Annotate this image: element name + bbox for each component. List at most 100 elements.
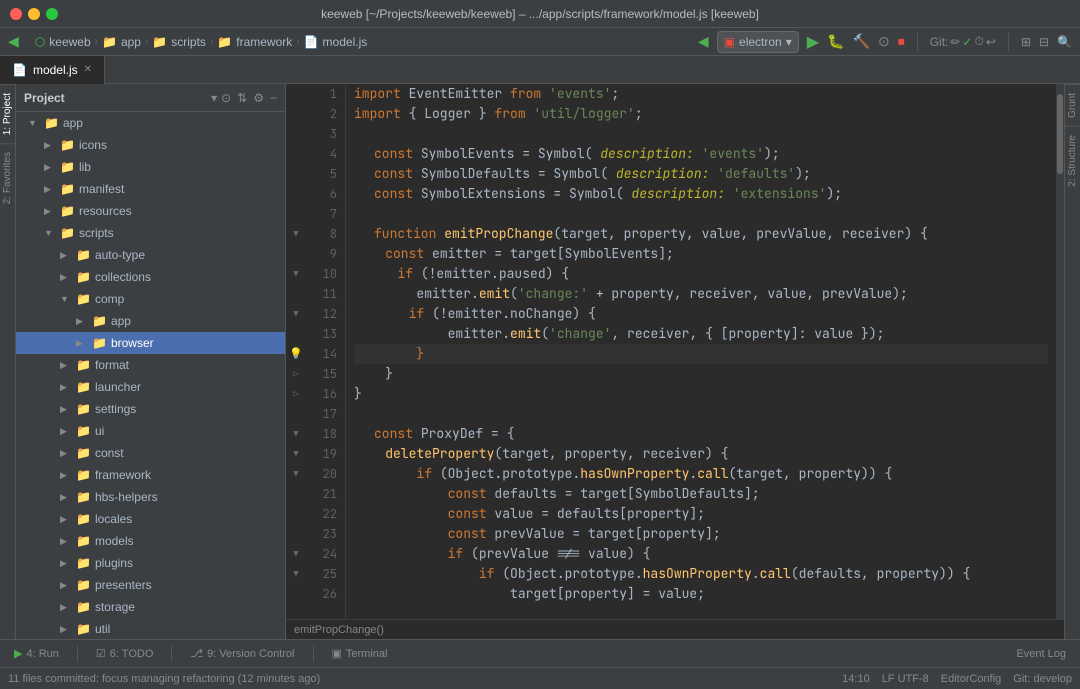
tree-comp-app[interactable]: ▶ 📁 app [16, 310, 285, 332]
tree-plugins[interactable]: ▶ 📁 plugins [16, 552, 285, 574]
tree-format[interactable]: ▶ 📁 format [16, 354, 285, 376]
tree-hbs-helpers[interactable]: ▶ 📁 hbs-helpers [16, 486, 285, 508]
fold-16-icon[interactable]: ▷ [293, 384, 298, 404]
fold-12-icon[interactable]: ▼ [293, 304, 298, 324]
git-check-button[interactable]: ✓ [962, 35, 972, 49]
tree-app[interactable]: ▼ 📁 app [16, 112, 285, 134]
breadcrumb-framework[interactable]: 📁 framework [217, 35, 292, 49]
arrow-icon: ▶ [44, 162, 56, 173]
fold-10-icon[interactable]: ▼ [293, 264, 298, 284]
debug-button[interactable]: 🐛 [827, 33, 844, 50]
fold-25-icon[interactable]: ▼ [293, 564, 298, 584]
tree-icons[interactable]: ▶ 📁 icons [16, 134, 285, 156]
tree-comp[interactable]: ▼ 📁 comp [16, 288, 285, 310]
scrollbar-track[interactable] [1056, 84, 1064, 619]
fold-19-icon[interactable]: ▼ [293, 444, 298, 464]
project-view-button[interactable]: ⊞ [1021, 35, 1031, 49]
tree-launcher[interactable]: ▶ 📁 launcher [16, 376, 285, 398]
git-undo-button[interactable]: ↩ [986, 35, 996, 49]
build-button[interactable]: 🔨 [853, 33, 870, 50]
code-line-16: } [354, 384, 1048, 404]
vc-toolbar-item[interactable]: ⎇ 9: Version Control [184, 645, 300, 662]
fold-24-icon[interactable]: ▼ [293, 544, 298, 564]
back-icon[interactable]: ◀ [8, 33, 19, 50]
git-history-button[interactable]: ⏱ [974, 34, 983, 49]
run-toolbar-item[interactable]: ▶ 4: Run [8, 645, 65, 662]
close-button[interactable] [10, 8, 22, 20]
search-button[interactable]: 🔍 [1057, 35, 1072, 49]
back-nav-icon[interactable]: ◀ [698, 33, 709, 50]
breadcrumb-scripts[interactable]: 📁 scripts [152, 35, 206, 49]
tree-label: models [95, 534, 134, 548]
scrollbar-thumb[interactable] [1057, 94, 1063, 174]
fold-20-icon[interactable]: ▼ [293, 464, 298, 484]
project-tab[interactable]: 1: Project [0, 84, 15, 143]
breadcrumb-keeweb[interactable]: ⬡ keeweb [35, 35, 91, 49]
sidebar-scope-icon[interactable]: ⊙ [221, 91, 231, 105]
tree-comp-browser[interactable]: ▶ 📁 browser [16, 332, 285, 354]
breadcrumb-app[interactable]: 📁 app [102, 35, 141, 49]
tree-lib[interactable]: ▶ 📁 lib [16, 156, 285, 178]
event-log-toolbar-item[interactable]: Event Log [1010, 646, 1072, 662]
run-config-label: electron [739, 35, 782, 49]
sidebar-settings-icon[interactable]: ⚙ [253, 91, 264, 105]
tree-settings[interactable]: ▶ 📁 settings [16, 398, 285, 420]
tree-ui[interactable]: ▶ 📁 ui [16, 420, 285, 442]
tree-framework[interactable]: ▶ 📁 framework [16, 464, 285, 486]
grunt-tab[interactable]: Grunt [1065, 84, 1080, 126]
todo-toolbar-item[interactable]: ☑ 6: TODO [90, 645, 159, 662]
tree-label: browser [111, 336, 154, 350]
folder-icon: 📁 [76, 270, 91, 284]
fold-15-icon[interactable]: ▷ [293, 364, 298, 384]
tree-collections[interactable]: ▶ 📁 collections [16, 266, 285, 288]
window-button[interactable]: ⊟ [1039, 35, 1049, 49]
light-bulb-icon[interactable]: 💡 [289, 344, 303, 364]
folder-icon: 📁 [102, 35, 117, 49]
tree-storage[interactable]: ▶ 📁 storage [16, 596, 285, 618]
tree-scripts[interactable]: ▼ 📁 scripts [16, 222, 285, 244]
tab-bar: 📄 model.js ✕ [0, 56, 1080, 84]
tree-auto-type[interactable]: ▶ 📁 auto-type [16, 244, 285, 266]
code-lines[interactable]: import EventEmitter from 'events' ; impo… [346, 84, 1056, 619]
breadcrumb-modeljs[interactable]: 📄 model.js [304, 35, 368, 49]
fold-18-icon[interactable]: ▼ [293, 424, 298, 444]
fold-8-icon[interactable]: ▼ [293, 224, 298, 244]
code-line-13: emitter. emit ( 'change' , receiver, { [… [354, 324, 1048, 344]
stop-button[interactable]: ⏹ [898, 33, 905, 50]
code-line-6: const SymbolExtensions = Symbol( descrip… [354, 184, 1048, 204]
light-bulb-gutter[interactable]: 💡 [286, 344, 306, 364]
coverage-button[interactable]: ⊙ [878, 33, 890, 50]
maximize-button[interactable] [46, 8, 58, 20]
tree-manifest[interactable]: ▶ 📁 manifest [16, 178, 285, 200]
tab-close-button[interactable]: ✕ [84, 64, 92, 75]
tree-resources[interactable]: ▶ 📁 resources [16, 200, 285, 222]
folder-icon: 📁 [76, 622, 91, 636]
tree-const[interactable]: ▶ 📁 const [16, 442, 285, 464]
structure-tab[interactable]: 2: Structure [1065, 126, 1080, 195]
tree-util[interactable]: ▶ 📁 util [16, 618, 285, 639]
tree-models[interactable]: ▶ 📁 models [16, 530, 285, 552]
status-bar: 11 files committed: focus managing refac… [0, 667, 1080, 689]
tree-presenters[interactable]: ▶ 📁 presenters [16, 574, 285, 596]
tree-locales[interactable]: ▶ 📁 locales [16, 508, 285, 530]
tab-modeljs[interactable]: 📄 model.js ✕ [0, 56, 105, 84]
terminal-toolbar-item[interactable]: ▣ Terminal [326, 645, 394, 662]
tree-label: scripts [79, 226, 114, 240]
gutter-19: ▼ [286, 444, 306, 464]
git-pen-button[interactable]: ✏ [950, 35, 960, 49]
sidebar-sort-icon[interactable]: ⇅ [237, 91, 247, 105]
favorites-tab[interactable]: 2: Favorites [0, 143, 15, 212]
gutter-25: ▼ [286, 564, 306, 584]
gutter-icons: ▼ ▼ ▼ ▷ ▷ ▷ [286, 84, 306, 619]
code-line-12: if (!emitter.noChange) { [354, 304, 1048, 324]
arrow-icon: ▶ [60, 492, 72, 503]
run-toolbar-label: 4: Run [26, 648, 58, 660]
code-line-24: if (prevValue !== value) { [354, 544, 1048, 564]
minimize-button[interactable] [28, 8, 40, 20]
tree-label: presenters [95, 578, 152, 592]
run-button[interactable]: ▶ [807, 32, 819, 52]
folder-icon: 📁 [76, 578, 91, 592]
code-line-9: const emitter = target[SymbolEvents]; [354, 244, 1048, 264]
sidebar-collapse-icon[interactable]: − [270, 91, 277, 105]
run-configuration[interactable]: ▣ electron ▾ [717, 31, 799, 53]
